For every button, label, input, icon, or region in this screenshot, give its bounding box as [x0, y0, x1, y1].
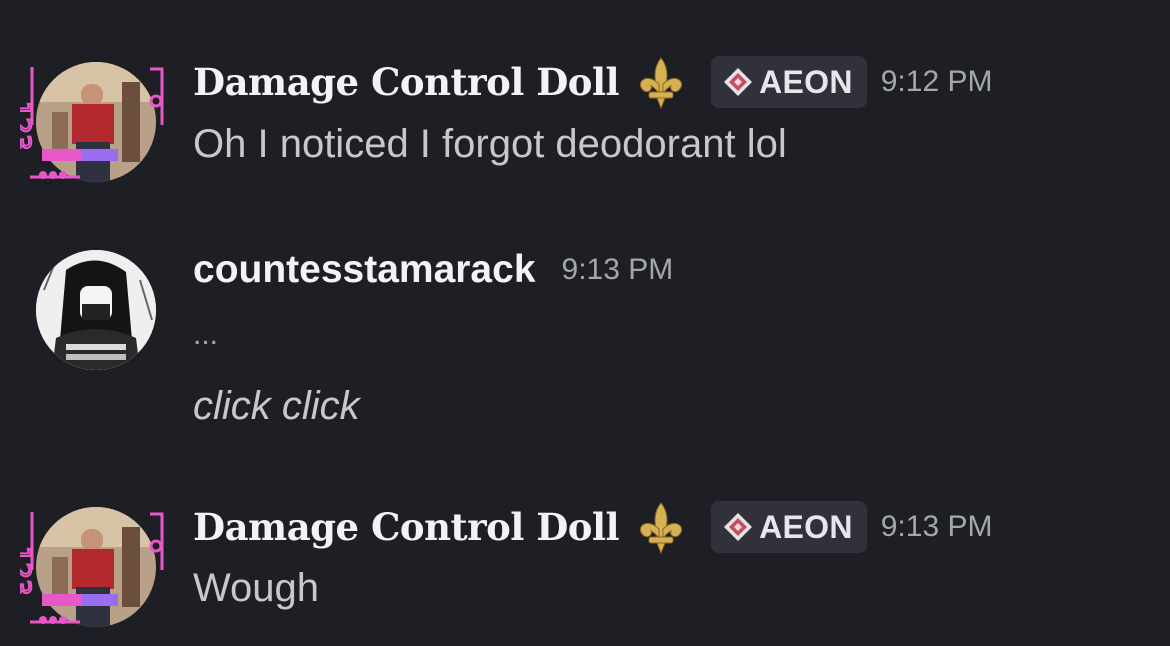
avatar[interactable] [36, 507, 156, 627]
message-header: Damage Control Doll AEON 9:12 PM [193, 52, 992, 112]
diamond-icon [724, 513, 753, 541]
svg-text:123: 123 [20, 101, 35, 151]
message-header: Damage Control Doll AEON 9:13 PM [193, 497, 992, 557]
fleur-de-lis-icon [640, 502, 683, 555]
fleur-de-lis-icon [640, 57, 683, 110]
guild-tag[interactable]: AEON [711, 56, 867, 108]
username[interactable]: Damage Control Doll [193, 505, 620, 549]
timestamp[interactable]: 9:13 PM [881, 510, 993, 544]
message-header: countesstamarack 9:13 PM [193, 240, 673, 300]
timestamp[interactable]: 9:13 PM [562, 253, 674, 287]
avatar[interactable] [36, 250, 156, 370]
username[interactable]: Damage Control Doll [193, 60, 620, 104]
message-text: Oh I noticed I forgot deodorant lol [193, 122, 787, 166]
svg-text:123: 123 [20, 546, 35, 596]
guild-tag[interactable]: AEON [711, 501, 867, 553]
guild-tag-label: AEON [759, 63, 853, 100]
guild-tag-label: AEON [759, 508, 853, 545]
message-text: click click [193, 384, 360, 428]
avatar[interactable] [36, 62, 156, 182]
timestamp[interactable]: 9:12 PM [881, 65, 993, 99]
message-text: Wough [193, 566, 320, 610]
diamond-icon [724, 68, 753, 96]
message-text: ... [193, 318, 219, 351]
username[interactable]: countesstamarack [193, 248, 536, 292]
